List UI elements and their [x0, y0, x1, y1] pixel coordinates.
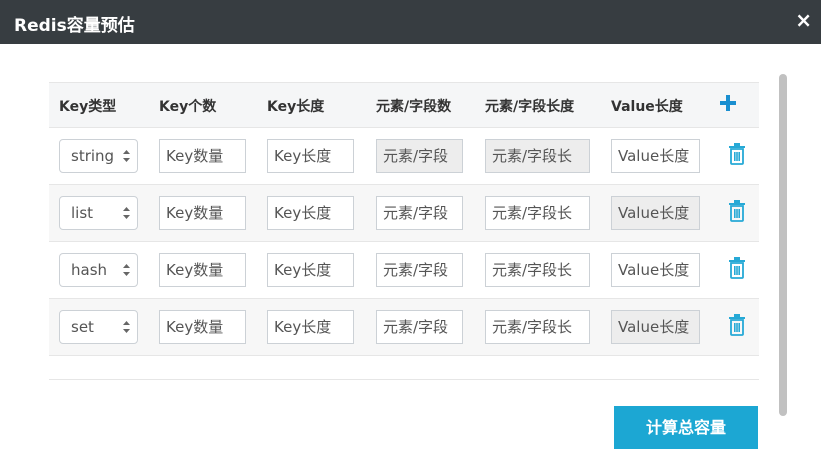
select-arrows-icon: [123, 150, 130, 162]
key-type-value: list: [71, 204, 94, 222]
elem-count-input: [376, 139, 463, 173]
header-elem-count: 元素/字段数: [376, 99, 452, 115]
key-count-input[interactable]: [159, 196, 246, 230]
elem-count-input[interactable]: [376, 196, 463, 230]
header-key-type: Key类型: [59, 99, 117, 115]
key-type-value: set: [71, 318, 94, 336]
elem-length-input[interactable]: [485, 310, 590, 344]
table-row: set: [49, 299, 759, 356]
value-length-input[interactable]: [611, 253, 700, 287]
key-count-input[interactable]: [159, 139, 246, 173]
key-type-select[interactable]: set: [59, 310, 138, 344]
key-type-select[interactable]: hash: [59, 253, 138, 287]
elem-length-input[interactable]: [485, 196, 590, 230]
header-key-length: Key长度: [267, 99, 325, 115]
select-arrows-icon: [123, 321, 130, 333]
select-arrows-icon: [123, 207, 130, 219]
key-count-input[interactable]: [159, 310, 246, 344]
key-count-input[interactable]: [159, 253, 246, 287]
value-length-input: [611, 196, 700, 230]
key-type-value: string: [71, 147, 115, 165]
key-type-select[interactable]: list: [59, 196, 138, 230]
elem-count-input[interactable]: [376, 253, 463, 287]
dialog-title: Redis容量预估: [14, 16, 135, 36]
calculate-total-button[interactable]: 计算总容量: [614, 406, 758, 449]
key-type-value: hash: [71, 261, 108, 279]
value-length-input[interactable]: [611, 139, 700, 173]
trash-icon[interactable]: [728, 314, 746, 336]
footer-divider: [49, 379, 759, 380]
elem-length-input: [485, 139, 590, 173]
table-header: Key类型 Key个数 Key长度 元素/字段数 元素/字段长度 Value长度: [49, 82, 759, 128]
header-key-count: Key个数: [159, 99, 217, 115]
elem-length-input[interactable]: [485, 253, 590, 287]
elem-count-input[interactable]: [376, 310, 463, 344]
header-value-length: Value长度: [611, 99, 683, 115]
key-length-input[interactable]: [267, 253, 354, 287]
key-length-input[interactable]: [267, 196, 354, 230]
table-row: list: [49, 185, 759, 242]
trash-icon[interactable]: [728, 257, 746, 279]
table-row: string: [49, 128, 759, 185]
dialog-titlebar: Redis容量预估 ×: [0, 0, 821, 44]
select-arrows-icon: [123, 264, 130, 276]
trash-icon[interactable]: [728, 200, 746, 222]
key-length-input[interactable]: [267, 310, 354, 344]
key-length-input[interactable]: [267, 139, 354, 173]
scrollbar-thumb[interactable]: [779, 74, 787, 416]
close-icon[interactable]: ×: [795, 8, 812, 32]
table-row: hash: [49, 242, 759, 299]
key-type-select[interactable]: string: [59, 139, 138, 173]
header-elem-length: 元素/字段长度: [485, 99, 575, 115]
add-row-icon[interactable]: [719, 94, 737, 112]
trash-icon[interactable]: [728, 143, 746, 165]
value-length-input: [611, 310, 700, 344]
